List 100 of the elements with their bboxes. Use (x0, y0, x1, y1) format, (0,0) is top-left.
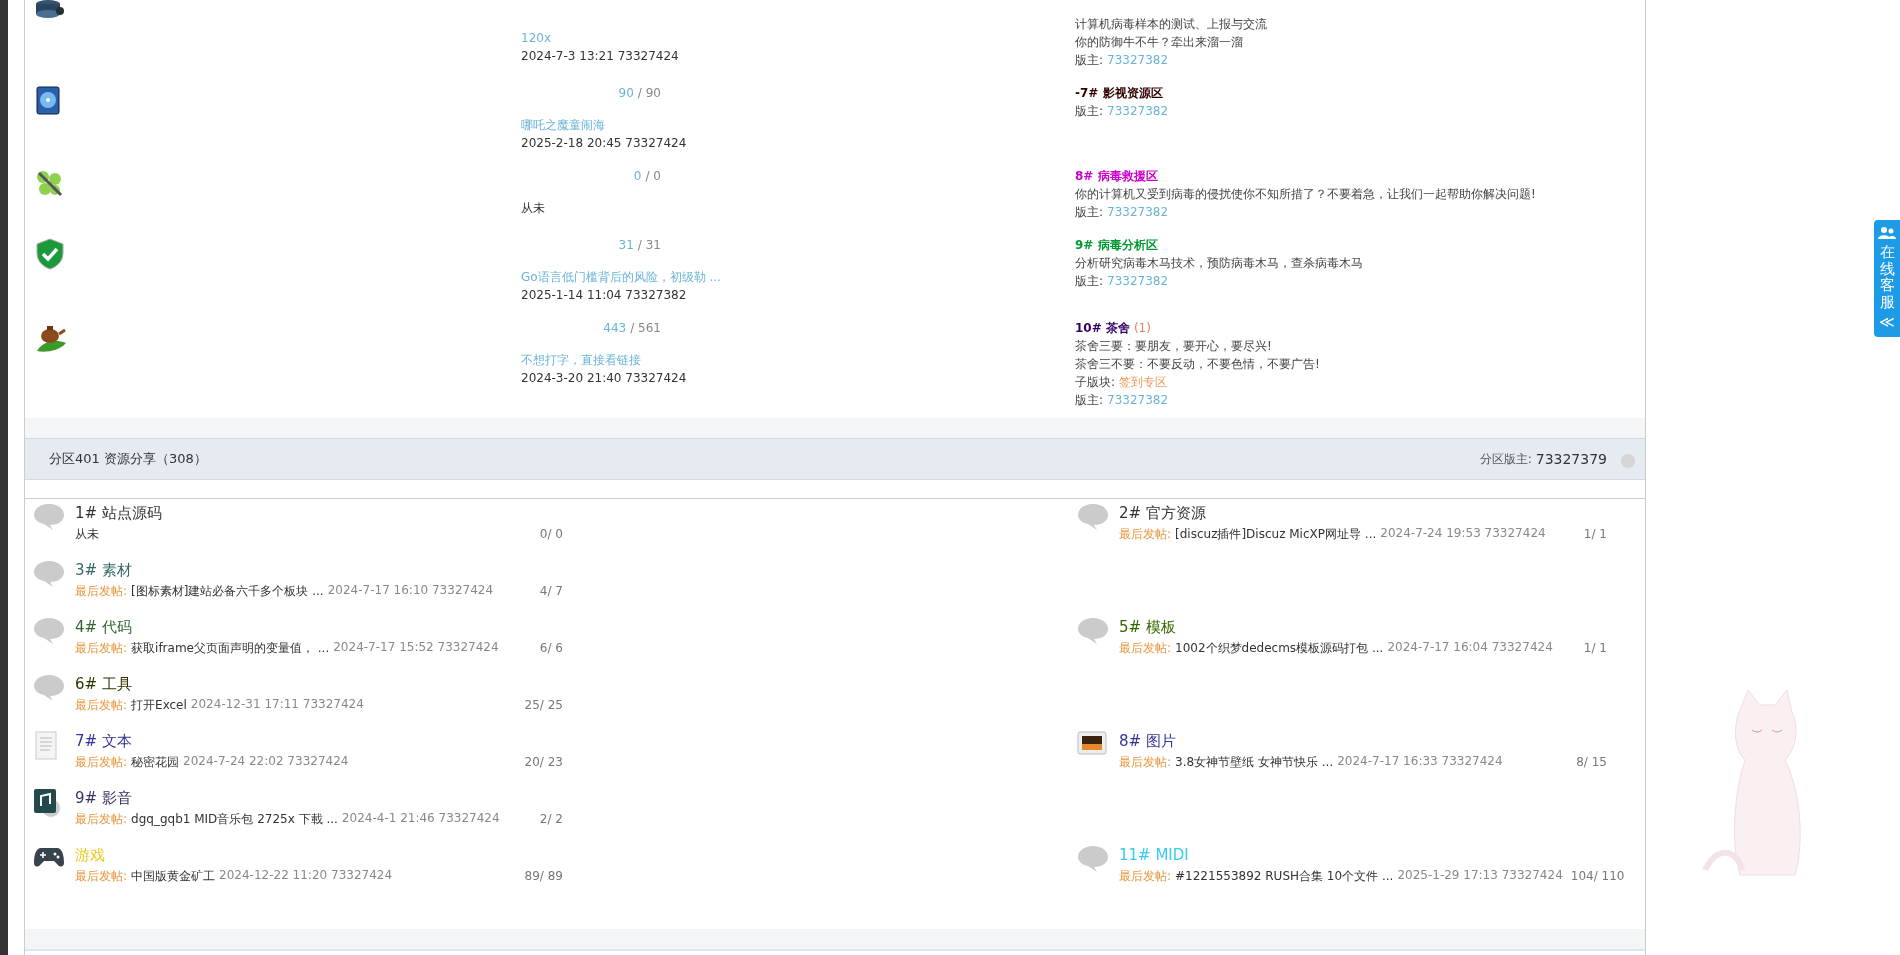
speech-bubble-icon (33, 560, 65, 588)
last-post-date: 2024-7-24 19:53 73327424 (1380, 525, 1546, 542)
forum-title[interactable]: 3# 素材 (75, 560, 563, 580)
last-post-date: 2024-4-1 21:46 73327424 (341, 810, 500, 827)
moderator-label: 版主: (1075, 103, 1104, 120)
last-post-date: 2024-7-24 22:02 73327424 (183, 753, 349, 770)
total-posts: / 561 (630, 321, 661, 335)
today-posts: 31 (618, 238, 634, 252)
disc-case-icon (35, 86, 61, 116)
last-post-label: 最后发帖: (75, 810, 128, 828)
post-counts: 20/ 23 (523, 755, 563, 769)
last-post-date: 2024-7-17 16:04 73327424 (1387, 639, 1553, 656)
forum-description: 茶舍三不要：不要反动，不要色情，不要广告! (1075, 356, 1321, 373)
section-title: 分区401 资源分享（308） (49, 450, 207, 468)
today-posts: 90 (618, 86, 634, 100)
post-counts: 8/ 15 (1575, 755, 1607, 769)
post-counts: 25/ 25 (523, 698, 563, 712)
post-counts: 0/ 0 (538, 527, 563, 541)
forum-title[interactable]: 6# 工具 (75, 674, 563, 694)
last-post-link[interactable]: [图标素材]建站必备六千多个板块 ... (131, 582, 324, 600)
last-post-date: 2024-3-20 21:40 73327424 (521, 370, 688, 387)
forum-title[interactable]: 2# 官方资源 (1119, 503, 1607, 523)
last-post-label: 最后发帖: (75, 696, 128, 714)
forum-title[interactable]: 1# 站点源码 (75, 503, 563, 523)
speech-bubble-icon (33, 503, 65, 531)
last-post-label: 最后发帖: (1119, 753, 1172, 771)
shield-check-icon (35, 238, 65, 270)
post-counts: 89/ 89 (523, 869, 563, 883)
never-text: 从未 (75, 525, 99, 543)
last-post-label: 最后发帖: (75, 867, 128, 885)
last-post-date: 2025-1-29 17:13 73327424 (1397, 867, 1563, 884)
total-posts: / 90 (637, 86, 661, 100)
forum-description: 你的计算机又受到病毒的侵扰使你不知所措了？不要着急，让我们一起帮助你解决问题! (1075, 186, 1537, 203)
last-post-date: 2025-2-18 20:45 73327424 (521, 135, 688, 152)
post-counts: 1/ 1 (1582, 527, 1607, 541)
last-post-link[interactable]: #1221553892 RUSH合集 10个文件 ... (1175, 867, 1394, 885)
forum-description: 你的防御牛不牛？牵出来溜一溜 (1075, 34, 1244, 51)
last-post-date: 2024-12-22 11:20 73327424 (219, 867, 393, 884)
last-post-date: 2024-7-17 16:33 73327424 (1337, 753, 1503, 770)
music-album-icon (33, 788, 63, 818)
post-counts: 2/ 2 (538, 812, 563, 826)
section-moderator-link[interactable]: 73327379 (1535, 451, 1607, 467)
database-icon (35, 0, 65, 19)
post-counts: 1/ 1 (1582, 641, 1607, 655)
post-counts: 4/ 7 (538, 584, 563, 598)
speech-bubble-icon (1077, 617, 1109, 645)
speech-bubble-icon (33, 617, 65, 645)
forum-title[interactable]: -7# 影视资源区 (1075, 84, 1163, 102)
last-post-date: 2024-7-3 13:21 73327424 (521, 48, 680, 65)
speech-bubble-icon (1077, 845, 1109, 873)
last-post-label: 最后发帖: (1119, 639, 1172, 657)
people-icon (1878, 226, 1896, 240)
today-posts: 443 (603, 321, 627, 335)
last-post-link[interactable]: 秘密花园 (131, 753, 180, 771)
forum-title[interactable]: 10# 茶舍 (1075, 319, 1130, 337)
today-posts: 0 (633, 169, 642, 183)
forum-title[interactable]: 9# 影音 (75, 788, 563, 808)
forum-description: 分析研究病毒木马技术，预防病毒木马，查杀病毒木马 (1075, 255, 1364, 272)
last-post-link[interactable]: [discuz插件]Discuz MicXP网址导 ... (1175, 525, 1377, 543)
post-counts: 6/ 6 (538, 641, 563, 655)
last-post-link[interactable]: 获取iframe父页面声明的变量值， ... (131, 639, 330, 657)
forum-description: 计算机病毒样本的测试、上报与交流 (1075, 16, 1268, 33)
gamepad-icon (33, 845, 65, 869)
new-count: (1) (1133, 320, 1151, 337)
forum-description: 茶舍三要：要朋友，要开心，要尽兴! (1075, 338, 1273, 355)
forum-title[interactable]: 8# 病毒救援区 (1075, 167, 1158, 185)
forum-title[interactable]: 7# 文本 (75, 731, 563, 751)
moderator-label: 版主: (1075, 273, 1104, 290)
last-post-link[interactable]: 打开Excel (131, 696, 187, 714)
section-moderator-label: 分区版主: (1479, 450, 1532, 468)
speech-bubble-icon (33, 674, 65, 702)
last-post-link[interactable]: 1002个织梦dedecms模板源码打包 ... (1175, 639, 1384, 657)
last-post-label: 最后发帖: (1119, 525, 1172, 543)
speech-bubble-icon (1077, 503, 1109, 531)
last-post-date: 2024-7-17 16:10 73327424 (327, 582, 494, 599)
forum-title[interactable]: 9# 病毒分析区 (1075, 236, 1158, 254)
subforum-label: 子版块: (1075, 374, 1116, 391)
last-post-label: 最后发帖: (75, 639, 128, 657)
last-post-date: 2024-7-17 15:52 73327424 (333, 639, 499, 656)
last-post-link[interactable]: 3.8女神节壁纸 女神节快乐 ... (1175, 753, 1334, 771)
last-post-label: 最后发帖: (75, 753, 128, 771)
forum-title[interactable]: 4# 代码 (75, 617, 563, 637)
picture-icon (1077, 731, 1107, 757)
last-post-label: 最后发帖: (75, 582, 128, 600)
collapse-button[interactable] (1621, 454, 1635, 468)
online-service-label: 在线客服 (1879, 244, 1895, 310)
moderator-label: 版主: (1075, 52, 1104, 69)
forum-title[interactable]: 8# 图片 (1119, 731, 1607, 751)
last-post-label: 最后发帖: (1119, 867, 1172, 885)
last-post-link[interactable]: 中国版黄金矿工 (131, 867, 216, 885)
post-counts: 104/ 110 (1569, 869, 1625, 883)
moderator-label: 版主: (1075, 204, 1104, 221)
last-post-link[interactable]: dgq_gqb1 MID音乐包 2725x 下載 ... (131, 810, 338, 828)
total-posts: / 31 (637, 238, 661, 252)
forum-title[interactable]: 5# 模板 (1119, 617, 1607, 637)
document-icon (33, 731, 59, 761)
never-text: 从未 (521, 200, 546, 217)
last-post-date: 2024-12-31 17:11 73327424 (190, 696, 364, 713)
total-posts: / 0 (645, 169, 661, 183)
moderator-label: 版主: (1075, 392, 1104, 409)
